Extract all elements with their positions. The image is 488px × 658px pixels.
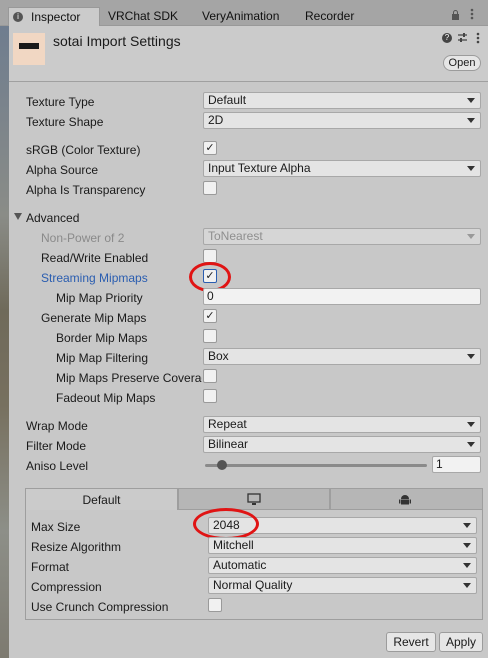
dropdown-value: Box xyxy=(208,349,229,363)
tab-veryanimation[interactable]: VeryAnimation xyxy=(202,7,279,26)
chevron-down-icon xyxy=(463,523,471,528)
preserve-coverage-label: Mip Maps Preserve Coverage xyxy=(56,371,202,385)
crunch-label: Use Crunch Compression xyxy=(31,600,169,614)
tab-recorder[interactable]: Recorder xyxy=(305,7,354,26)
readwrite-label: Read/Write Enabled xyxy=(41,251,149,265)
dropdown-value: 2D xyxy=(208,113,224,127)
aniso-slider-track[interactable] xyxy=(205,464,427,467)
preserve-coverage-checkbox[interactable] xyxy=(203,369,217,383)
chevron-down-icon xyxy=(467,354,475,359)
alpha-source-dropdown[interactable]: Input Texture Alpha xyxy=(203,160,481,177)
streaming-mipmaps-label: Streaming Mipmaps xyxy=(41,271,148,285)
chevron-down-icon xyxy=(467,166,475,171)
fadeout-label: Fadeout Mip Maps xyxy=(56,391,156,405)
fadeout-checkbox[interactable] xyxy=(203,389,217,403)
border-mips-label: Border Mip Maps xyxy=(56,331,148,345)
filter-mode-label: Filter Mode xyxy=(26,439,87,453)
advanced-foldout[interactable]: Advanced xyxy=(26,210,79,226)
dropdown-value: Default xyxy=(208,93,247,107)
scene-view-strip xyxy=(0,26,9,658)
npot-label: Non-Power of 2 xyxy=(41,231,125,245)
info-icon: i xyxy=(13,12,23,22)
max-size-label: Max Size xyxy=(31,520,81,534)
texture-type-label: Texture Type xyxy=(26,95,95,109)
menu-kebab-icon[interactable] xyxy=(470,8,474,20)
chevron-down-icon xyxy=(467,442,475,447)
texture-thumbnail xyxy=(13,33,45,65)
dropdown-value: Bilinear xyxy=(208,437,249,451)
chevron-down-icon xyxy=(463,543,471,548)
alpha-transparency-checkbox[interactable] xyxy=(203,181,217,195)
gen-mips-checkbox[interactable]: ✓ xyxy=(203,309,217,323)
texture-shape-dropdown[interactable]: 2D xyxy=(203,112,481,129)
tab-inspector[interactable]: i Inspector xyxy=(8,7,100,26)
chevron-down-icon xyxy=(467,118,475,123)
chevron-down-icon xyxy=(463,563,471,568)
dropdown-value: Mitchell xyxy=(213,538,254,552)
aniso-slider-thumb[interactable] xyxy=(217,460,227,470)
preset-settings-icon[interactable] xyxy=(457,32,468,46)
platform-tab-default[interactable]: Default xyxy=(25,488,178,510)
aniso-input[interactable]: 1 xyxy=(432,456,481,473)
aniso-label: Aniso Level xyxy=(26,459,89,473)
dropdown-value: Repeat xyxy=(208,417,247,431)
open-button[interactable]: Open xyxy=(443,55,481,71)
highlight-circle xyxy=(193,508,259,540)
dropdown-value: Normal Quality xyxy=(213,578,293,592)
npot-dropdown: ToNearest xyxy=(203,228,481,245)
alpha-source-label: Alpha Source xyxy=(26,163,99,177)
chevron-down-icon xyxy=(467,98,475,103)
foldout-arrow-icon[interactable] xyxy=(14,213,22,220)
resize-label: Resize Algorithm xyxy=(31,540,122,554)
chevron-down-icon xyxy=(463,583,471,588)
mip-filter-label: Mip Map Filtering xyxy=(56,351,149,365)
wrap-mode-dropdown[interactable]: Repeat xyxy=(203,416,481,433)
tab-label: Default xyxy=(82,493,121,507)
alpha-transparency-label: Alpha Is Transparency xyxy=(26,183,146,197)
format-dropdown[interactable]: Automatic xyxy=(208,557,477,574)
wrap-mode-label: Wrap Mode xyxy=(26,419,88,433)
srgb-label: sRGB (Color Texture) xyxy=(26,143,141,157)
crunch-checkbox[interactable] xyxy=(208,598,222,612)
filter-mode-dropdown[interactable]: Bilinear xyxy=(203,436,481,453)
mip-filter-dropdown[interactable]: Box xyxy=(203,348,481,365)
compression-label: Compression xyxy=(31,580,102,594)
tab-label: Inspector xyxy=(31,10,81,24)
border-mips-checkbox[interactable] xyxy=(203,329,217,343)
page-title: sotai Import Settings xyxy=(53,33,181,49)
revert-button[interactable]: Revert xyxy=(386,632,436,652)
texture-shape-label: Texture Shape xyxy=(26,115,104,129)
texture-type-dropdown[interactable]: Default xyxy=(203,92,481,109)
apply-button[interactable]: Apply xyxy=(439,632,483,652)
mip-priority-label: Mip Map Priority xyxy=(56,291,143,305)
menu-kebab-icon[interactable] xyxy=(476,32,480,47)
dropdown-value: ToNearest xyxy=(208,229,263,243)
gen-mips-label: Generate Mip Maps xyxy=(41,311,147,325)
tab-vrchat-sdk[interactable]: VRChat SDK xyxy=(108,7,178,26)
platform-tab-standalone[interactable] xyxy=(178,488,330,510)
dropdown-value: Automatic xyxy=(213,558,267,572)
platform-tab-android[interactable] xyxy=(330,488,483,510)
lock-icon[interactable] xyxy=(451,9,460,20)
chevron-down-icon xyxy=(467,422,475,427)
android-icon xyxy=(399,493,411,509)
dropdown-value: Input Texture Alpha xyxy=(208,161,311,175)
tab-bar: i Inspector VRChat SDK VeryAnimation Rec… xyxy=(0,0,488,26)
compression-dropdown[interactable]: Normal Quality xyxy=(208,577,477,594)
srgb-checkbox[interactable]: ✓ xyxy=(203,141,217,155)
monitor-icon xyxy=(247,493,261,509)
readwrite-checkbox[interactable] xyxy=(203,249,217,263)
help-icon[interactable]: ? xyxy=(442,33,452,43)
format-label: Format xyxy=(31,560,70,574)
resize-dropdown[interactable]: Mitchell xyxy=(208,537,477,554)
chevron-down-icon xyxy=(467,234,475,239)
mip-priority-input[interactable]: 0 xyxy=(203,288,481,305)
